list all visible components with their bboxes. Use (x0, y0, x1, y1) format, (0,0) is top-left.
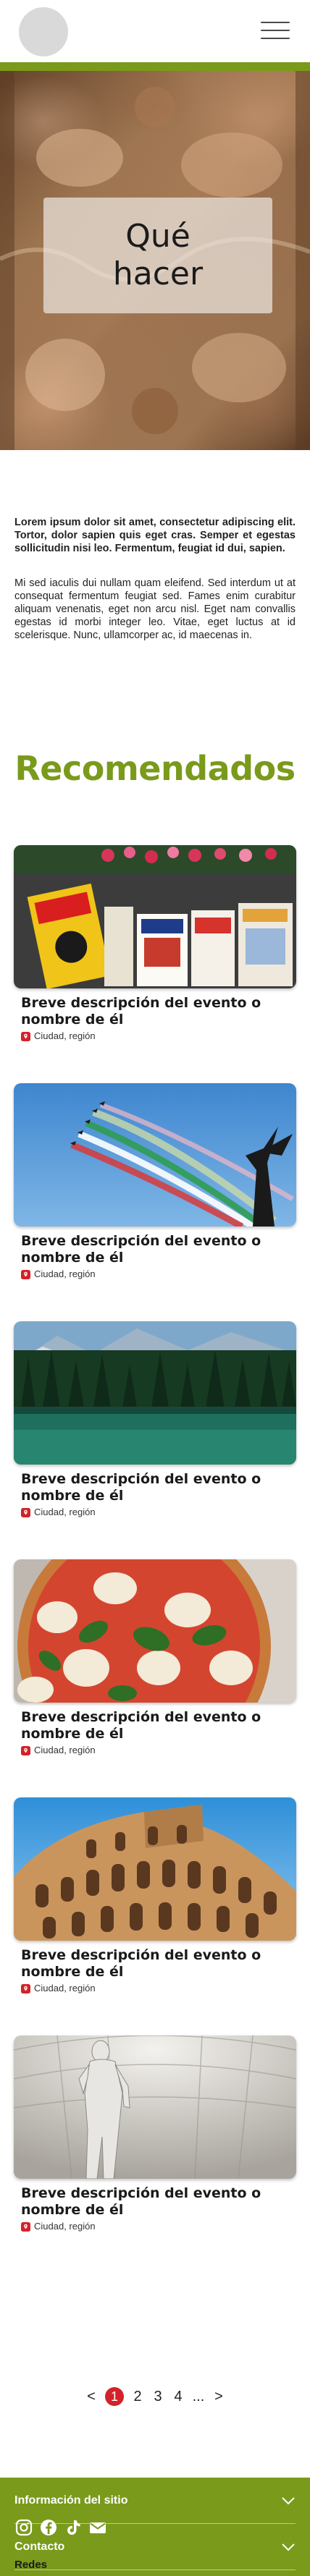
event-card[interactable]: Breve descripción del evento o nombre de… (14, 1559, 296, 1755)
pagination-page-4[interactable]: 4 (172, 2389, 185, 2405)
event-location: Ciudad, región (14, 1268, 296, 1281)
event-location: Ciudad, región (14, 1982, 296, 1995)
mail-icon[interactable] (88, 2518, 107, 2537)
location-pin-icon (21, 1269, 30, 1279)
hamburger-menu-icon[interactable] (261, 22, 290, 42)
event-title[interactable]: Breve descripción del evento o nombre de… (14, 995, 296, 1028)
pagination: < 1 2 3 4 ... > (0, 2386, 310, 2407)
event-image-magazines (14, 845, 296, 988)
event-title[interactable]: Breve descripción del evento o nombre de… (14, 1947, 296, 1980)
event-location: Ciudad, región (14, 1506, 296, 1519)
event-card[interactable]: Breve descripción del evento o nombre de… (14, 1797, 296, 1994)
page-title: Qué hacer (112, 218, 204, 292)
event-location-text: Ciudad, región (34, 2221, 96, 2232)
pagination-page-3[interactable]: 3 (151, 2389, 164, 2405)
pagination-next[interactable]: > (212, 2389, 225, 2405)
tiktok-icon[interactable] (64, 2518, 83, 2537)
event-image-colosseum (14, 1797, 296, 1941)
event-title[interactable]: Breve descripción del evento o nombre de… (14, 2185, 296, 2219)
footer-site-info-label: Información del sitio (14, 2494, 128, 2507)
event-location: Ciudad, región (14, 1744, 296, 1757)
event-location: Ciudad, región (14, 2220, 296, 2233)
site-header (0, 0, 310, 62)
chevron-down-icon[interactable] (281, 2543, 296, 2551)
event-location-text: Ciudad, región (34, 1745, 96, 1755)
intro-text: Lorem ipsum dolor sit amet, consectetur … (14, 516, 296, 664)
pagination-ellipsis: ... (192, 2388, 205, 2405)
hero-banner: Qué hacer (0, 71, 310, 450)
location-pin-icon (21, 1507, 30, 1517)
location-pin-icon (21, 1983, 30, 1994)
instagram-icon[interactable] (14, 2518, 33, 2537)
pagination-prev[interactable]: < (85, 2389, 98, 2405)
pagination-page-1[interactable]: 1 (105, 2387, 124, 2406)
footer-site-info[interactable]: Información del sitio (14, 2478, 296, 2524)
recommended-heading: Recomendados (14, 749, 296, 788)
facebook-icon[interactable] (39, 2518, 58, 2537)
chevron-down-icon[interactable] (281, 2496, 296, 2505)
social-icons (14, 2518, 107, 2537)
hero-title-box: Qué hacer (43, 198, 272, 313)
event-card[interactable]: Breve descripción del evento o nombre de… (14, 2035, 296, 2232)
event-location-text: Ciudad, región (34, 1030, 96, 1041)
event-card[interactable]: Breve descripción del evento o nombre de… (14, 1321, 296, 1517)
event-location-text: Ciudad, región (34, 1507, 96, 1517)
footer-contact-label: Contacto (14, 2540, 65, 2553)
event-title[interactable]: Breve descripción del evento o nombre de… (14, 1471, 296, 1504)
location-pin-icon (21, 2221, 30, 2232)
intro-paragraph: Mi sed iaculis dui nullam quam eleifend.… (14, 577, 296, 641)
event-location: Ciudad, región (14, 1030, 296, 1043)
pagination-page-2[interactable]: 2 (131, 2389, 144, 2405)
location-pin-icon (21, 1031, 30, 1041)
event-image-jets (14, 1083, 296, 1226)
logo-placeholder[interactable] (19, 7, 68, 56)
event-title[interactable]: Breve descripción del evento o nombre de… (14, 1709, 296, 1742)
location-pin-icon (21, 1745, 30, 1755)
event-card[interactable]: Breve descripción del evento o nombre de… (14, 1083, 296, 1279)
event-location-text: Ciudad, región (34, 1983, 96, 1994)
event-image-statue (14, 2035, 296, 2179)
header-accent-bar (0, 62, 310, 71)
event-image-pizza (14, 1559, 296, 1703)
intro-paragraph-bold: Lorem ipsum dolor sit amet, consectetur … (14, 517, 296, 554)
event-card[interactable]: Breve descripción del evento o nombre de… (14, 845, 296, 1041)
event-title[interactable]: Breve descripción del evento o nombre de… (14, 1233, 296, 1266)
event-location-text: Ciudad, región (34, 1268, 96, 1279)
event-image-lake (14, 1321, 296, 1465)
